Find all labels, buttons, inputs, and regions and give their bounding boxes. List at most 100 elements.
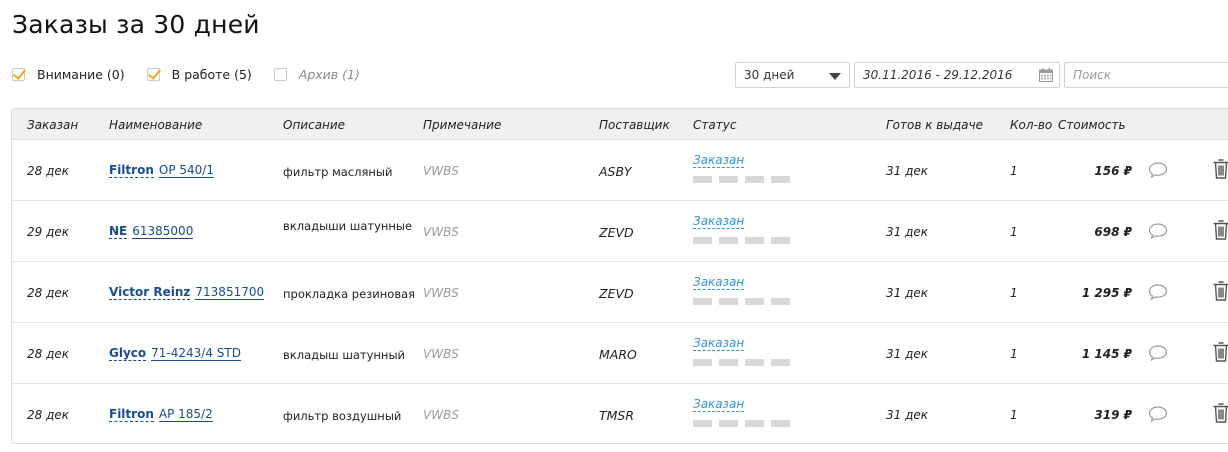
- ready-date: 31 дек: [886, 347, 929, 361]
- trash-icon[interactable]: [1212, 158, 1228, 180]
- item-supplier: ZEVD: [599, 286, 634, 301]
- page-title: Заказы за 30 дней: [12, 10, 260, 39]
- filter-in-progress-label: В работе (5): [171, 67, 252, 82]
- header-description[interactable]: Описание: [283, 118, 345, 132]
- trash-icon[interactable]: [1212, 280, 1228, 302]
- filter-attention[interactable]: Внимание (0): [12, 67, 125, 82]
- brand-link[interactable]: Glyco: [109, 346, 147, 361]
- filter-archive-checkbox[interactable]: [273, 68, 287, 81]
- item-description: вкладыши шатунные: [283, 219, 413, 233]
- item-price: 698 ₽: [1094, 225, 1132, 239]
- table-row: 28 дек Victor Reinz 713851700 прокладка р…: [12, 262, 1228, 323]
- status-link[interactable]: Заказан: [693, 336, 745, 351]
- item-name: Filtron OP 540/1: [109, 163, 214, 178]
- date-range-value: 30.11.2016 - 29.12.2016: [863, 68, 1013, 82]
- order-filters: Внимание (0) В работе (5) Архив (1): [12, 67, 382, 82]
- status-progress: [693, 298, 797, 305]
- comment-icon[interactable]: [1148, 344, 1168, 362]
- comment-icon[interactable]: [1148, 405, 1168, 423]
- item-note: VWBS: [423, 347, 459, 361]
- item-qty: 1: [1010, 347, 1018, 361]
- brand-link[interactable]: NE: [109, 224, 128, 239]
- order-date: 28 дек: [27, 347, 70, 361]
- header-name[interactable]: Наименование: [109, 118, 202, 132]
- search-placeholder: Поиск: [1073, 68, 1112, 82]
- comment-icon[interactable]: [1148, 283, 1168, 301]
- filter-in-progress-checkbox[interactable]: [146, 68, 160, 81]
- item-price: 1 145 ₽: [1081, 347, 1132, 361]
- item-description: фильтр масляный: [283, 165, 393, 179]
- status-link[interactable]: Заказан: [693, 275, 745, 290]
- date-range-field[interactable]: 30.11.2016 - 29.12.2016: [854, 62, 1060, 88]
- header-supplier[interactable]: Поставщик: [599, 118, 670, 132]
- item-note: VWBS: [423, 164, 459, 178]
- brand-link[interactable]: Filtron: [109, 163, 154, 178]
- item-description: вкладыш шатунный: [283, 348, 405, 362]
- header-ready[interactable]: Готов к выдаче: [886, 118, 983, 132]
- item-description: прокладка резиновая: [283, 287, 416, 301]
- header-status[interactable]: Статус: [693, 118, 736, 132]
- order-status: Заказан: [693, 275, 797, 305]
- header-price[interactable]: Стоимость: [1058, 118, 1126, 132]
- status-link[interactable]: Заказан: [693, 397, 745, 412]
- item-qty: 1: [1010, 225, 1018, 239]
- item-price: 1 295 ₽: [1081, 286, 1132, 300]
- trash-icon[interactable]: [1212, 341, 1228, 363]
- calendar-icon[interactable]: [1039, 68, 1053, 82]
- part-number-link[interactable]: 713851700: [195, 285, 265, 300]
- table-row: 28 дек Filtron OP 540/1 фильтр масляный V…: [12, 140, 1228, 201]
- filter-archive-label: Архив (1): [298, 67, 360, 82]
- filter-attention-checkbox[interactable]: [12, 68, 25, 81]
- period-select[interactable]: 30 дней: [735, 62, 850, 88]
- item-name: NE 61385000: [109, 224, 194, 239]
- item-price: 156 ₽: [1094, 164, 1132, 178]
- part-number-link[interactable]: 61385000: [132, 224, 194, 239]
- ready-date: 31 дек: [886, 164, 929, 178]
- trash-icon[interactable]: [1212, 219, 1228, 241]
- comment-icon[interactable]: [1148, 222, 1168, 240]
- item-qty: 1: [1010, 164, 1018, 178]
- order-status: Заказан: [693, 153, 797, 183]
- status-progress: [693, 359, 797, 366]
- table-header: Заказан Наименование Описание Примечание…: [12, 109, 1228, 140]
- status-link[interactable]: Заказан: [693, 214, 745, 229]
- item-qty: 1: [1010, 408, 1018, 422]
- comment-icon[interactable]: [1148, 161, 1168, 179]
- table-row: 28 дек Glyco 71-4243/4 STD вкладыш шатунн…: [12, 323, 1228, 384]
- chevron-down-icon: [829, 73, 841, 80]
- order-status: Заказан: [693, 214, 797, 244]
- order-date: 28 дек: [27, 164, 70, 178]
- trash-icon[interactable]: [1212, 402, 1228, 424]
- header-qty[interactable]: Кол-во: [1010, 118, 1052, 132]
- status-link[interactable]: Заказан: [693, 153, 745, 168]
- item-name: Filtron AP 185/2: [109, 407, 213, 422]
- part-number-link[interactable]: 71-4243/4 STD: [151, 346, 241, 361]
- item-supplier: MARO: [599, 347, 637, 362]
- item-note: VWBS: [423, 408, 459, 422]
- period-select-value: 30 дней: [744, 68, 795, 82]
- item-note: VWBS: [423, 286, 459, 300]
- item-supplier: ASBY: [599, 164, 632, 179]
- brand-link[interactable]: Victor Reinz: [109, 285, 191, 300]
- order-date: 28 дек: [27, 286, 70, 300]
- filter-in-progress[interactable]: В работе (5): [146, 67, 252, 82]
- item-qty: 1: [1010, 286, 1018, 300]
- ready-date: 31 дек: [886, 408, 929, 422]
- filter-attention-label: Внимание (0): [37, 67, 125, 82]
- ready-date: 31 дек: [886, 286, 929, 300]
- status-progress: [693, 420, 797, 427]
- order-status: Заказан: [693, 397, 797, 427]
- header-ordered[interactable]: Заказан: [27, 118, 78, 132]
- search-input[interactable]: Поиск: [1064, 62, 1228, 88]
- part-number-link[interactable]: OP 540/1: [158, 163, 214, 178]
- order-date: 29 дек: [27, 225, 70, 239]
- item-name: Glyco 71-4243/4 STD: [109, 346, 241, 361]
- item-description: фильтр воздушный: [283, 409, 402, 423]
- part-number-link[interactable]: AP 185/2: [158, 407, 213, 422]
- status-progress: [693, 176, 797, 183]
- brand-link[interactable]: Filtron: [109, 407, 154, 422]
- header-note[interactable]: Примечание: [423, 118, 501, 132]
- filter-archive[interactable]: Архив (1): [273, 67, 360, 82]
- item-note: VWBS: [423, 225, 459, 239]
- table-row: 29 дек NE 61385000 вкладыши шатунные VWBS…: [12, 201, 1228, 262]
